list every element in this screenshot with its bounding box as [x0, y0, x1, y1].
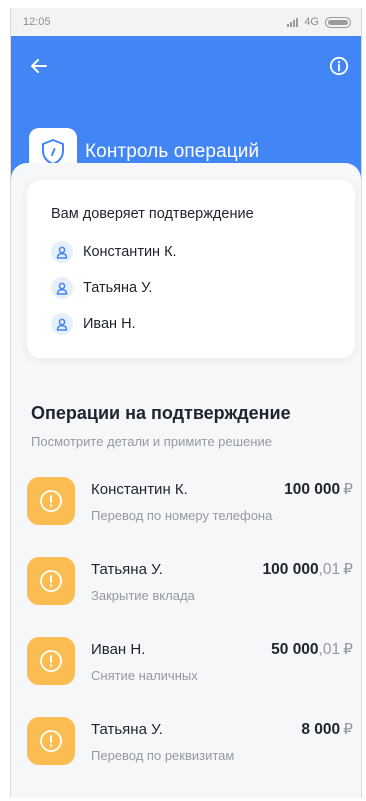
amount-integer: 50 000	[271, 641, 319, 658]
amount-fraction: ,01	[318, 641, 341, 658]
trusted-person-name: Татьяна У.	[83, 280, 153, 296]
trusted-person-row[interactable]: Константин К.	[51, 234, 331, 270]
arrow-left-icon	[31, 59, 47, 73]
exclamation-circle-icon	[27, 717, 75, 765]
currency-sign: ₽	[343, 481, 353, 498]
person-icon	[51, 313, 73, 335]
trusted-person-name: Иван Н.	[83, 316, 136, 332]
operation-name: Иван Н.	[91, 641, 146, 658]
operation-description: Перевод по номеру телефона	[91, 508, 273, 523]
page-title: Контроль операций	[85, 141, 260, 162]
info-button[interactable]	[327, 54, 351, 78]
amount-integer: 100 000	[262, 561, 319, 578]
operation-name: Татьяна У.	[91, 721, 163, 738]
operation-item[interactable]: Татьяна У. Перевод по реквизитам 8 000 ₽	[27, 713, 353, 793]
exclamation-circle-icon	[27, 557, 75, 605]
operation-description: Снятие наличных	[91, 668, 198, 683]
operation-amount: 100 000 ₽	[284, 480, 353, 499]
operation-amount: 100 000,01 ₽	[263, 560, 353, 579]
amount-integer: 100 000	[284, 481, 341, 498]
operation-amount: 8 000 ₽	[301, 720, 353, 739]
operations-title: Операции на подтверждение	[31, 403, 291, 423]
trusted-person-name: Константин К.	[83, 244, 177, 260]
battery-icon	[325, 16, 351, 28]
phone-screen: 12:05 4G Контроль операций Вам доверяет …	[10, 8, 362, 798]
operation-amount: 50 000,01 ₽	[271, 640, 353, 659]
status-time: 12:05	[23, 16, 51, 28]
status-bar: 12:05 4G	[11, 8, 361, 36]
trusted-person-row[interactable]: Иван Н.	[51, 306, 331, 342]
trusted-person-row[interactable]: Татьяна У.	[51, 270, 331, 306]
trust-card: Вам доверяет подтверждение Константин К.…	[27, 180, 355, 358]
currency-sign: ₽	[343, 641, 353, 658]
content-sheet: Вам доверяет подтверждение Константин К.…	[11, 163, 361, 798]
trust-card-title: Вам доверяет подтверждение	[51, 206, 254, 222]
currency-sign: ₽	[343, 561, 353, 578]
amount-integer: 8 000	[301, 721, 341, 738]
back-button[interactable]	[27, 54, 51, 78]
info-icon	[329, 56, 349, 76]
operation-item[interactable]: Татьяна У. Закрытие вклада 100 000,01 ₽	[27, 553, 353, 633]
network-type: 4G	[304, 16, 319, 28]
operation-name: Татьяна У.	[91, 561, 163, 578]
person-icon	[51, 241, 73, 263]
status-indicators: 4G	[287, 16, 351, 28]
signal-icon	[287, 17, 299, 27]
person-icon	[51, 277, 73, 299]
operation-item[interactable]: Иван Н. Снятие наличных 50 000,01 ₽	[27, 633, 353, 713]
operation-name: Константин К.	[91, 481, 188, 498]
operation-description: Закрытие вклада	[91, 588, 195, 603]
exclamation-circle-icon	[27, 477, 75, 525]
operation-description: Перевод по реквизитам	[91, 748, 235, 763]
amount-fraction: ,01	[318, 561, 341, 578]
shield-icon	[42, 139, 64, 165]
operations-list: Константин К. Перевод по номеру телефона…	[27, 473, 353, 793]
operations-subtitle: Посмотрите детали и примите решение	[31, 434, 272, 449]
currency-sign: ₽	[343, 721, 353, 738]
operation-item[interactable]: Константин К. Перевод по номеру телефона…	[27, 473, 353, 553]
exclamation-circle-icon	[27, 637, 75, 685]
